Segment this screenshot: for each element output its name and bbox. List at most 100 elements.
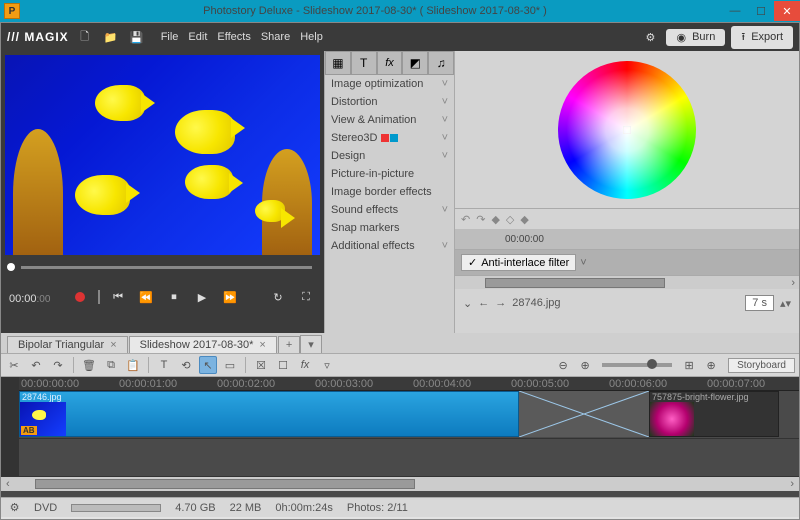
preview-panel: 00:00:00 ⏮ ⏪ ⏹ ▶ ⏩ ↻ ⛶: [1, 51, 324, 333]
menu-effects[interactable]: Effects: [217, 31, 250, 43]
color-picker-handle[interactable]: [623, 126, 631, 134]
tab-menu-button[interactable]: ▾: [300, 335, 322, 353]
fx-icon[interactable]: fx: [296, 356, 314, 374]
zoom-out-icon[interactable]: ⊖: [554, 356, 572, 374]
window-maximize-button[interactable]: ☐: [748, 1, 774, 21]
range-tool-icon[interactable]: ▭: [221, 356, 239, 374]
timeline-ruler[interactable]: 00:00:00:00 00:00:01:00 00:00:02:00 00:0…: [1, 377, 799, 391]
chevron-down-icon: ˅: [442, 96, 448, 108]
timeline-track-1[interactable]: 28746.jpg AB 757875-bright-flower.jpg: [1, 391, 799, 439]
tab-add-button[interactable]: +: [278, 336, 300, 353]
window-close-button[interactable]: ✕: [774, 1, 800, 21]
tab-slideshow[interactable]: Slideshow 2017-08-30*×: [129, 336, 277, 353]
anti-interlace-dropdown[interactable]: ˅: [580, 257, 586, 269]
app-icon: P: [4, 3, 20, 19]
zoom-slider[interactable]: [602, 363, 672, 367]
current-file-name: 28746.jpg: [512, 297, 560, 309]
menu-file[interactable]: File: [161, 31, 179, 43]
play-icon[interactable]: ▶: [192, 287, 212, 307]
effect-item[interactable]: Distortion˅: [325, 93, 454, 111]
settings-gear-icon[interactable]: ⚙: [640, 27, 660, 47]
keyframe-icon[interactable]: ◇: [506, 213, 514, 226]
menu-edit[interactable]: Edit: [188, 31, 207, 43]
fx-tab-fx-icon[interactable]: fx: [377, 51, 403, 75]
cut-icon[interactable]: ✂: [5, 356, 23, 374]
marker-icon[interactable]: ▿: [318, 356, 336, 374]
pointer-tool-icon[interactable]: ↖: [199, 356, 217, 374]
chevron-down-icon: ˅: [442, 150, 448, 162]
open-folder-icon[interactable]: 📁: [101, 27, 121, 47]
clip-ab-badge: AB: [21, 426, 37, 435]
fx-tab-text-icon[interactable]: T: [351, 51, 377, 75]
undo-icon[interactable]: ↶: [27, 356, 45, 374]
forward-icon[interactable]: ⏩: [220, 287, 240, 307]
keyframe-next-icon[interactable]: ◆: [520, 213, 528, 226]
fullscreen-icon[interactable]: ⛶: [296, 287, 316, 307]
chevron-down-icon: ˅: [442, 78, 448, 90]
effect-item[interactable]: Sound effects˅: [325, 201, 454, 219]
effect-item[interactable]: Snap markers: [325, 219, 454, 237]
effect-item[interactable]: Image border effects: [325, 183, 454, 201]
ungroup-icon[interactable]: ☐: [274, 356, 292, 374]
paste-icon[interactable]: 📋: [124, 356, 142, 374]
effect-item[interactable]: Picture-in-picture: [325, 165, 454, 183]
keyframe-prev-icon[interactable]: ◆: [491, 213, 499, 226]
zoom-reset-icon[interactable]: ⊕: [702, 356, 720, 374]
timeline-track-2[interactable]: [1, 439, 799, 477]
redo-icon[interactable]: ↷: [49, 356, 67, 374]
window-minimize-button[interactable]: —: [722, 1, 748, 21]
loop-icon[interactable]: ↻: [268, 287, 288, 307]
preview-canvas[interactable]: [5, 55, 320, 255]
rotate-icon[interactable]: ⟲: [177, 356, 195, 374]
status-dvd: DVD: [34, 502, 57, 514]
next-file-icon[interactable]: →: [495, 297, 506, 309]
record-button[interactable]: [70, 287, 90, 307]
zoom-in-icon[interactable]: ⊕: [576, 356, 594, 374]
menubar: MAGIX 🗋 📁 💾 File Edit Effects Share Help…: [1, 23, 799, 51]
rewind-icon[interactable]: ⏪: [136, 287, 156, 307]
storyboard-button[interactable]: Storyboard: [728, 358, 795, 373]
menu-share[interactable]: Share: [261, 31, 290, 43]
copy-icon[interactable]: ⧉: [102, 356, 120, 374]
tab-bipolar[interactable]: Bipolar Triangular×: [7, 336, 128, 353]
tab-close-icon[interactable]: ×: [259, 339, 265, 351]
prev-file-icon[interactable]: ←: [478, 297, 489, 309]
burn-button[interactable]: ◉Burn: [666, 29, 725, 46]
right-scrollbar[interactable]: ›: [455, 275, 799, 289]
group-icon[interactable]: ☒: [252, 356, 270, 374]
save-icon[interactable]: 💾: [127, 27, 147, 47]
zoom-fit-icon[interactable]: ⊞: [680, 356, 698, 374]
skip-start-icon[interactable]: ⏮: [108, 287, 128, 307]
title-icon[interactable]: T: [155, 356, 173, 374]
undo-icon[interactable]: ↶: [461, 213, 470, 226]
menu-help[interactable]: Help: [300, 31, 323, 43]
duration-stepper-icon[interactable]: ▴▾: [780, 297, 791, 310]
effect-item[interactable]: Stereo3D˅: [325, 129, 454, 147]
timeline-clip-1[interactable]: 28746.jpg AB: [19, 391, 519, 437]
collapse-icon[interactable]: ⌄: [463, 297, 472, 310]
brand-logo: MAGIX: [7, 30, 69, 44]
anti-interlace-checkbox[interactable]: ✓Anti-interlace filter: [461, 254, 576, 271]
document-tabs: Bipolar Triangular× Slideshow 2017-08-30…: [1, 333, 799, 353]
preview-seekbar[interactable]: [1, 259, 324, 275]
effect-item[interactable]: View & Animation˅: [325, 111, 454, 129]
effect-item[interactable]: Image optimization˅: [325, 75, 454, 93]
status-gear-icon[interactable]: ⚙: [9, 502, 20, 513]
timeline-transition[interactable]: [519, 391, 649, 437]
export-button[interactable]: ⭱Export: [731, 26, 793, 49]
effect-item[interactable]: Additional effects˅: [325, 237, 454, 255]
stop-icon[interactable]: ⏹: [164, 287, 184, 307]
fx-tab-music-icon[interactable]: ♫: [428, 51, 454, 75]
fx-tab-grid-icon[interactable]: ▦: [325, 51, 351, 75]
effect-item[interactable]: Design˅: [325, 147, 454, 165]
right-timecode: 00:00:00: [455, 229, 799, 249]
timeline-clip-2[interactable]: 757875-bright-flower.jpg: [649, 391, 779, 437]
clip-duration-input[interactable]: 7 s: [745, 295, 774, 311]
color-wheel[interactable]: [558, 61, 696, 199]
new-file-icon[interactable]: 🗋: [75, 27, 95, 47]
redo-icon[interactable]: ↷: [476, 213, 485, 226]
tab-close-icon[interactable]: ×: [110, 339, 116, 351]
fx-tab-contrast-icon[interactable]: ◩: [402, 51, 428, 75]
delete-icon[interactable]: 🗑: [80, 356, 98, 374]
timeline-scrollbar[interactable]: ‹›: [1, 477, 799, 491]
